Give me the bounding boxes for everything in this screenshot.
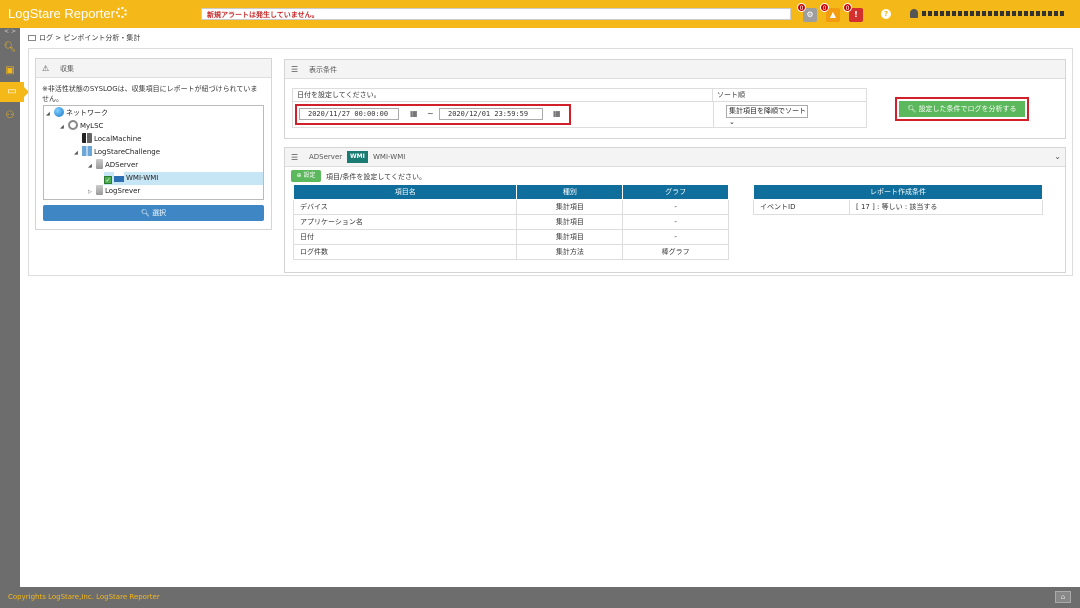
sitemap-icon: ⚠ (42, 64, 50, 73)
adserver-title: ADServer (309, 153, 343, 161)
collapse-icon[interactable]: ◢ (74, 147, 82, 160)
scroll-top-icon[interactable]: ⌂ (1055, 591, 1071, 603)
search-icon: 🔍︎ (907, 105, 919, 113)
host-icon (96, 185, 103, 195)
syslog-note: ※非活性状態のSYSLOGは、収集項目にレポートが紐づけられていません。 (42, 85, 258, 103)
alert-bar[interactable]: 新規アラートは発生していません。 (201, 8, 791, 20)
items-table: 項目名 種別 グラフ デバイス 集計項目 - アプリケーション名 集計項目 - … (292, 184, 729, 260)
host-icon (96, 159, 103, 169)
start-date-input[interactable]: 2020/11/27 00:00:00 (299, 108, 399, 120)
nav-users-icon[interactable]: ⚇ (0, 106, 20, 126)
adserver-panel-header[interactable]: ☰ ADServer WMI WMI-WMI ⌄ (285, 148, 1065, 167)
alert-message: 新規アラートは発生していません。 (207, 11, 319, 19)
list-icon: ☰ (291, 65, 299, 74)
wmi-source-icon (114, 172, 124, 182)
end-calendar-icon[interactable]: ▦ (553, 109, 561, 118)
user-name-redacted (922, 11, 1064, 16)
help-icon[interactable]: ? (881, 9, 891, 19)
breadcrumb-text: ログ > ピンポイント分析・集計 (39, 34, 141, 42)
range-separator: ~ (427, 109, 434, 118)
collection-panel: ⚠ 収集 ※非活性状態のSYSLOGは、収集項目にレポートが紐づけられていません… (35, 58, 272, 230)
warning-badge: 0 (820, 3, 829, 12)
table-row: デバイス 集計項目 - (292, 199, 729, 215)
nav-report-icon[interactable]: ▣ (0, 61, 20, 81)
settings-button[interactable]: ⊕ 設定 (291, 170, 321, 182)
collapse-icon[interactable]: ◢ (60, 121, 68, 134)
main-content: ⚠ 収集 ※非活性状態のSYSLOGは、収集項目にレポートが紐づけられていません… (28, 48, 1073, 276)
column-header: 項目名 (292, 184, 518, 200)
tree-node-mylsc[interactable]: ◢ MyLSC (60, 120, 103, 133)
tree-node-logsrever[interactable]: ▷ LogSrever (88, 185, 140, 198)
user-avatar-icon (910, 9, 918, 18)
collection-panel-header: ⚠ 収集 (36, 59, 271, 78)
column-divider (713, 102, 714, 127)
search-icon: 🔍︎ (140, 209, 153, 217)
start-calendar-icon[interactable]: ▦ (410, 109, 418, 118)
column-header: グラフ (622, 184, 729, 200)
expand-icon[interactable]: ▷ (88, 186, 96, 199)
nav-search-icon[interactable]: 🔍︎ (0, 38, 20, 58)
copyright-text: Copyrights LogStare,Inc. LogStare Report… (8, 593, 160, 601)
list-icon: ☰ (291, 153, 299, 162)
report-condition-table: レポート作成条件 イベントID [ 17 ] : 等しい : 該当する (753, 184, 1043, 215)
breadcrumb-log-icon (28, 35, 36, 41)
display-panel-header: ☰ 表示条件 (285, 60, 1065, 79)
logo-gear-icon (116, 7, 127, 18)
chevron-down-icon: ⌄ (729, 118, 735, 126)
date-label: 日付を設定してください。 (293, 89, 713, 102)
condition-table: 日付を設定してください。 ソート順 2020/11/27 00:00:00 ▦ … (292, 88, 867, 128)
analyze-logs-button[interactable]: 🔍︎ 設定した条件でログを分析する (899, 101, 1025, 117)
checkbox-checked-icon[interactable]: ✓ (104, 176, 112, 184)
display-panel-title: 表示条件 (309, 66, 337, 74)
globe-icon (54, 107, 64, 117)
lsc-icon (68, 120, 78, 130)
table-row: イベントID [ 17 ] : 等しい : 該当する (753, 199, 1043, 215)
column-header: 種別 (516, 184, 624, 200)
breadcrumb: ログ > ピンポイント分析・集計 (28, 32, 140, 44)
adserver-panel: ☰ ADServer WMI WMI-WMI ⌄ ⊕ 設定 項目/条件を設定して… (284, 147, 1066, 273)
table-row: 日付 集計項目 - (292, 229, 729, 245)
error-badge: 0 (843, 3, 852, 12)
collection-tree[interactable]: ◢ ネットワーク ◢ MyLSC LocalMachine ◢ LogStareCha… (43, 105, 264, 200)
analyze-button-highlight: 🔍︎ 設定した条件でログを分析する (895, 97, 1029, 121)
app-logo[interactable]: LogStare Reporter (8, 6, 115, 21)
collection-panel-title: 収集 (60, 65, 74, 73)
wmi-badge: WMI (347, 151, 368, 163)
nav-log-icon[interactable]: ▭ (0, 82, 29, 102)
table-row: ログ件数 集計方法 棒グラフ (292, 244, 729, 260)
wmi-source-label: WMI-WMI (373, 153, 406, 161)
tree-node-logstarechallenge[interactable]: ◢ LogStareChallenge (74, 146, 160, 159)
tree-node-adserver[interactable]: ◢ ADServer (88, 159, 138, 172)
end-date-input[interactable]: 2020/12/01 23:59:59 (439, 108, 543, 120)
app-footer: Copyrights LogStare,Inc. LogStare Report… (0, 587, 1080, 608)
tree-node-wmi[interactable]: ✓ WMI-WMI (104, 172, 263, 185)
server-group-icon (82, 146, 92, 156)
app-header: LogStare Reporter 新規アラートは発生していません。 ⚙ 0 ▲… (0, 0, 1080, 28)
chevron-down-icon[interactable]: ⌄ (1054, 152, 1061, 161)
sort-order-select[interactable]: 集計項目を降順でソート ⌄ (726, 105, 808, 126)
server-icon (82, 133, 92, 143)
display-condition-panel: ☰ 表示条件 日付を設定してください。 ソート順 2020/11/27 00:0… (284, 59, 1066, 139)
side-nav: < > 🔍︎ ▣ ▭ ⚇ (0, 28, 29, 587)
tree-node-network[interactable]: ◢ ネットワーク (46, 107, 108, 120)
collapse-icon[interactable]: ◢ (46, 108, 54, 121)
settings-badge: 0 (797, 3, 806, 12)
table-row: アプリケーション名 集計項目 - (292, 214, 729, 230)
sidenav-toggle[interactable]: < > (0, 28, 20, 36)
column-header: レポート作成条件 (753, 184, 1043, 200)
user-menu[interactable] (910, 8, 1070, 20)
collapse-icon[interactable]: ◢ (88, 160, 96, 173)
sort-label: ソート順 (713, 89, 866, 102)
tree-node-localmachine[interactable]: LocalMachine (82, 133, 141, 146)
settings-note: 項目/条件を設定してください。 (326, 173, 426, 181)
select-button[interactable]: 🔍︎ 選択 (43, 205, 264, 221)
